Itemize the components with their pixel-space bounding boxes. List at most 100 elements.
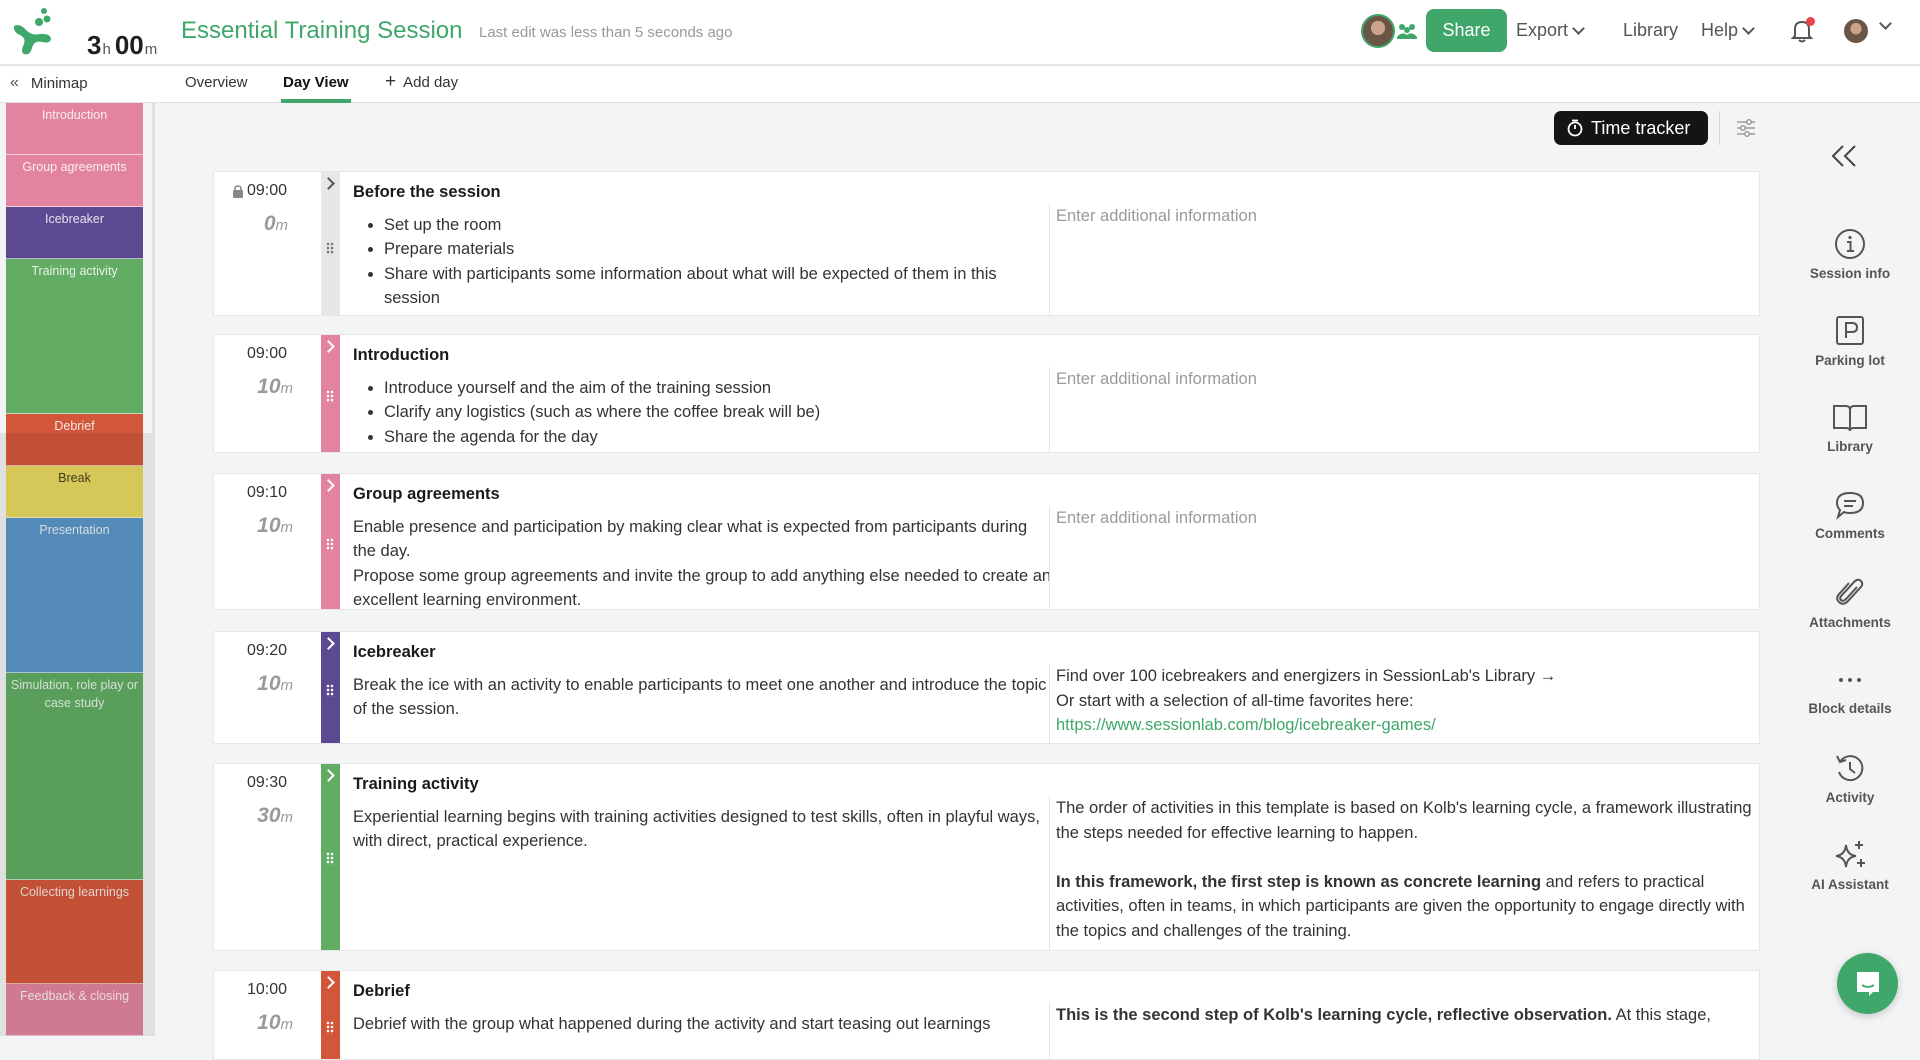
- attachments-button[interactable]: Attachments: [1780, 577, 1920, 630]
- agenda-block[interactable]: 09:20 10m Icebreaker Break the ice with …: [213, 631, 1760, 744]
- minimap-block[interactable]: Icebreaker: [6, 207, 143, 259]
- collapse-sidebar-button[interactable]: [1830, 143, 1858, 177]
- block-title[interactable]: Icebreaker: [353, 640, 1053, 665]
- block-color-strip[interactable]: [321, 632, 340, 743]
- block-title[interactable]: Group agreements: [353, 482, 1053, 507]
- share-button[interactable]: Share: [1426, 9, 1507, 52]
- agenda-block[interactable]: 09:10 10m Group agreements Enable presen…: [213, 473, 1760, 610]
- minimap[interactable]: Introduction Group agreements Icebreaker…: [0, 103, 155, 1036]
- lock-icon[interactable]: [232, 184, 244, 198]
- block-duration[interactable]: 10m: [257, 1011, 293, 1035]
- block-title[interactable]: Debrief: [353, 979, 1053, 1004]
- expand-chevron-icon[interactable]: [322, 976, 335, 989]
- agenda-block[interactable]: 09:00 10m Introduction Introduce yoursel…: [213, 334, 1760, 453]
- comments-button[interactable]: Comments: [1780, 490, 1920, 541]
- block-duration[interactable]: 0m: [264, 212, 288, 236]
- block-details-button[interactable]: Block details: [1780, 665, 1920, 716]
- block-description[interactable]: Training activity Experiential learning …: [353, 764, 1053, 950]
- parking-lot-button[interactable]: Parking lot: [1780, 315, 1920, 368]
- block-duration[interactable]: 10m: [257, 672, 293, 696]
- start-time[interactable]: 09:10: [247, 484, 287, 502]
- notes-field[interactable]: Enter additional information: [1049, 506, 1760, 609]
- collaborator-avatar[interactable]: [1361, 14, 1395, 48]
- notes-paragraph: The order of activities in this template…: [1056, 799, 1752, 842]
- drag-handle-icon[interactable]: [326, 390, 334, 403]
- chevron-down-icon[interactable]: [1879, 17, 1892, 30]
- settings-sliders-icon[interactable]: [1735, 118, 1757, 138]
- library-button[interactable]: Library: [1780, 403, 1920, 454]
- start-time[interactable]: 09:00: [247, 182, 287, 200]
- expand-chevron-icon[interactable]: [322, 340, 335, 353]
- minimap-block[interactable]: Introduction: [6, 103, 143, 155]
- block-title[interactable]: Training activity: [353, 772, 1053, 797]
- block-title[interactable]: Before the session: [353, 180, 1053, 205]
- block-color-strip[interactable]: [321, 764, 340, 950]
- tab-overview[interactable]: Overview: [185, 74, 248, 103]
- collaborators-icon[interactable]: [1396, 20, 1418, 42]
- book-icon: [1833, 405, 1867, 432]
- expand-chevron-icon[interactable]: [322, 479, 335, 492]
- agenda-block[interactable]: 09:30 30m Training activity Experiential…: [213, 763, 1760, 951]
- minimap-block[interactable]: Break: [6, 466, 143, 518]
- minimap-block[interactable]: Presentation: [6, 518, 143, 673]
- history-icon: [1836, 755, 1864, 782]
- ai-assistant-button[interactable]: AI Assistant: [1780, 839, 1920, 892]
- minimap-block[interactable]: Collecting learnings: [6, 880, 143, 984]
- user-avatar[interactable]: [1844, 19, 1868, 43]
- notes-field[interactable]: Find over 100 icebreakers and energizers…: [1049, 664, 1760, 743]
- start-time[interactable]: 10:00: [247, 981, 287, 999]
- block-description[interactable]: Introduction Introduce yourself and the …: [353, 335, 1053, 452]
- session-title[interactable]: Essential Training Session: [181, 17, 462, 45]
- minimap-block[interactable]: Feedback & closing: [6, 984, 143, 1036]
- block-description[interactable]: Icebreaker Break the ice with an activit…: [353, 632, 1053, 743]
- minimap-toggle[interactable]: « Minimap: [10, 74, 88, 92]
- minimap-block[interactable]: Training activity: [6, 259, 143, 414]
- icebreaker-games-link[interactable]: https://www.sessionlab.com/blog/icebreak…: [1056, 716, 1436, 734]
- time-tracker-button[interactable]: Time tracker: [1554, 111, 1708, 145]
- expand-chevron-icon[interactable]: [322, 769, 335, 782]
- minimap-block[interactable]: Group agreements: [6, 155, 143, 207]
- block-description[interactable]: Before the session Set up the room Prepa…: [353, 172, 1053, 315]
- notes-field[interactable]: Enter additional information: [1049, 367, 1760, 452]
- start-time[interactable]: 09:00: [247, 345, 287, 363]
- block-color-strip[interactable]: [321, 172, 340, 315]
- start-time[interactable]: 09:20: [247, 642, 287, 660]
- block-duration[interactable]: 30m: [257, 804, 293, 828]
- drag-handle-icon[interactable]: [326, 538, 334, 551]
- block-color-strip[interactable]: [321, 971, 340, 1059]
- minimap-block[interactable]: Simulation, role play or case study: [6, 673, 143, 880]
- start-time[interactable]: 09:30: [247, 774, 287, 792]
- block-description[interactable]: Group agreements Enable presence and par…: [353, 474, 1053, 609]
- minimap-block[interactable]: Debrief: [6, 414, 143, 466]
- block-timing: 09:30 30m: [214, 764, 321, 950]
- add-day-button[interactable]: + Add day: [385, 72, 458, 103]
- drag-handle-icon[interactable]: [326, 1021, 334, 1034]
- export-menu[interactable]: Export: [1516, 20, 1585, 41]
- tab-day-view[interactable]: Day View: [281, 74, 351, 103]
- notes-paragraph: In this framework, the first step is kno…: [1056, 872, 1745, 940]
- block-color-strip[interactable]: [321, 335, 340, 452]
- block-title[interactable]: Introduction: [353, 343, 1053, 368]
- block-color-strip[interactable]: [321, 474, 340, 609]
- notes-field[interactable]: This is the second step of Kolb's learni…: [1049, 1003, 1760, 1059]
- comment-icon: [1835, 491, 1865, 520]
- expand-chevron-icon[interactable]: [322, 637, 335, 650]
- block-description[interactable]: Debrief Debrief with the group what happ…: [353, 971, 1053, 1059]
- sessionlab-logo-icon[interactable]: [10, 6, 58, 56]
- drag-handle-icon[interactable]: [326, 242, 334, 255]
- notes-field[interactable]: Enter additional information: [1049, 204, 1760, 315]
- agenda-block[interactable]: 09:00 0m Before the session Set up the r…: [213, 171, 1760, 316]
- library-link[interactable]: Library: [1623, 20, 1678, 41]
- notes-field[interactable]: The order of activities in this template…: [1049, 796, 1760, 950]
- activity-button[interactable]: Activity: [1780, 752, 1920, 805]
- support-chat-button[interactable]: [1837, 953, 1898, 1014]
- session-info-button[interactable]: Session info: [1780, 228, 1920, 281]
- expand-chevron-icon[interactable]: [322, 177, 335, 190]
- notes-line: Find over 100 icebreakers and energizers…: [1056, 667, 1557, 685]
- block-duration[interactable]: 10m: [257, 514, 293, 538]
- block-duration[interactable]: 10m: [257, 375, 293, 399]
- help-menu[interactable]: Help: [1701, 20, 1755, 41]
- drag-handle-icon[interactable]: [326, 852, 334, 865]
- agenda-block[interactable]: 10:00 10m Debrief Debrief with the group…: [213, 970, 1760, 1060]
- drag-handle-icon[interactable]: [326, 684, 334, 697]
